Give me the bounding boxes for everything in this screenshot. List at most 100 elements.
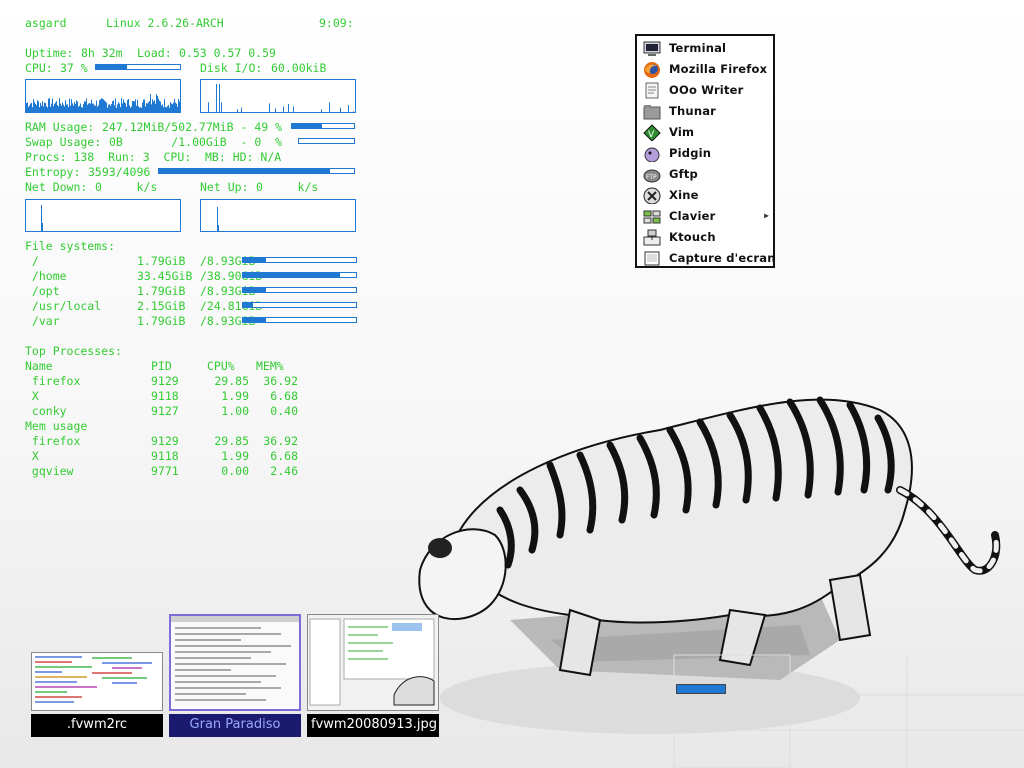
graph-sample xyxy=(88,103,89,112)
graph-sample xyxy=(172,104,173,112)
graph-sample xyxy=(58,106,59,112)
graph-sample xyxy=(286,112,287,113)
graph-sample xyxy=(56,101,57,112)
fs-used: 1.79GiB xyxy=(137,284,186,298)
graph-sample xyxy=(43,106,44,112)
graph-sample xyxy=(55,102,56,112)
col-name: Name xyxy=(25,359,53,373)
swap-bar xyxy=(298,138,355,144)
graph-sample xyxy=(46,106,47,112)
graph-sample xyxy=(121,98,122,112)
graph-sample xyxy=(27,102,28,112)
graph-sample xyxy=(42,101,43,112)
graph-sample xyxy=(348,105,349,112)
menu-item-mozilla-firefox[interactable]: Mozilla Firefox xyxy=(639,59,771,80)
graph-sample xyxy=(122,103,123,112)
entropy-bar xyxy=(158,168,355,174)
graph-sample xyxy=(240,112,241,113)
graph-sample xyxy=(75,103,76,112)
fs-usage-bar xyxy=(242,272,357,278)
graph-sample xyxy=(32,107,33,112)
menu-item-clavier[interactable]: Clavier ▶ xyxy=(639,206,771,227)
process-name: gqview xyxy=(25,464,74,478)
menu-item-xine[interactable]: Xine xyxy=(639,185,771,206)
net-up-graph xyxy=(200,199,356,232)
graph-sample xyxy=(204,112,205,113)
clock: 9:09: xyxy=(319,16,354,30)
graph-sample xyxy=(126,106,127,112)
menu-item-label: Pidgin xyxy=(669,146,712,160)
graph-sample xyxy=(333,112,334,113)
graph-sample xyxy=(134,101,135,112)
menu-item-thunar[interactable]: Thunar xyxy=(639,101,771,122)
menu-item-gftp[interactable]: FTP Gftp xyxy=(639,164,771,185)
graph-sample xyxy=(180,103,181,113)
graph-sample xyxy=(321,109,322,112)
cpu-label: CPU: xyxy=(25,61,53,75)
disk-io-graph xyxy=(200,79,356,113)
graph-sample xyxy=(31,102,32,112)
menu-item-label: Mozilla Firefox xyxy=(669,62,768,76)
graph-sample xyxy=(67,104,68,112)
uptime-label: Uptime: xyxy=(25,46,74,60)
pager-label-screenshot[interactable]: fvwm20080913.jpg - xyxy=(307,714,439,737)
process-mem: 6.68 xyxy=(270,389,298,403)
pager-label-fvwm2rc[interactable]: .fvwm2rc xyxy=(31,714,163,737)
process-pid: 9129 xyxy=(151,374,179,388)
menu-item-capture-d-ecran[interactable]: Capture d'ecran xyxy=(639,248,775,269)
fs-mount: /opt xyxy=(25,284,60,298)
menu-item-ooo-writer[interactable]: OOo Writer xyxy=(639,80,771,101)
graph-sample xyxy=(98,105,99,112)
graph-sample xyxy=(118,102,119,112)
graph-sample xyxy=(33,99,34,112)
ram-bar xyxy=(291,123,355,129)
graph-sample xyxy=(160,101,161,112)
swap-value: 0B /1.00GiB - 0 % xyxy=(109,135,283,149)
graph-sample xyxy=(253,112,254,113)
col-pid: PID xyxy=(151,359,172,373)
terminal-icon xyxy=(643,41,661,56)
graph-sample xyxy=(217,207,218,231)
folder-icon xyxy=(643,105,661,120)
graph-sample xyxy=(355,111,356,113)
graph-sample xyxy=(49,98,50,112)
graph-sample xyxy=(112,101,113,112)
graph-sample xyxy=(142,102,143,112)
graph-sample xyxy=(69,98,70,112)
menu-item-pidgin[interactable]: Pidgin xyxy=(639,143,771,164)
keyboard-icon xyxy=(643,210,661,224)
process-mem: 36.92 xyxy=(263,374,298,388)
graph-sample xyxy=(53,106,54,112)
graph-sample xyxy=(39,107,40,112)
pager-label-gran-paradiso[interactable]: Gran Paradiso xyxy=(169,714,301,737)
graph-sample xyxy=(156,94,157,112)
process-cpu: 1.00 xyxy=(221,404,249,418)
pager-thumb-fvwm2rc[interactable] xyxy=(31,652,163,711)
graph-sample xyxy=(81,107,82,112)
pager-thumb-gran-paradiso[interactable] xyxy=(169,614,301,711)
graph-sample xyxy=(94,105,95,112)
graph-sample xyxy=(38,101,39,112)
graph-sample xyxy=(51,103,52,112)
menu-item-label: Xine xyxy=(669,188,699,202)
writer-icon xyxy=(645,82,659,99)
graph-sample xyxy=(216,84,217,112)
tray-widget[interactable] xyxy=(676,684,726,694)
pager-thumb-screenshot[interactable] xyxy=(307,614,439,711)
graph-sample xyxy=(97,106,98,112)
process-cpu: 29.85 xyxy=(214,434,249,448)
graph-sample xyxy=(100,99,101,112)
graph-sample xyxy=(85,101,86,112)
graph-sample xyxy=(332,112,333,113)
graph-sample xyxy=(179,101,180,112)
menu-item-terminal[interactable]: Terminal xyxy=(639,38,771,59)
process-name: X xyxy=(25,389,39,403)
graph-sample xyxy=(247,112,248,113)
graph-sample xyxy=(72,103,73,112)
graph-sample xyxy=(65,100,66,112)
graph-sample xyxy=(66,104,67,112)
graph-sample xyxy=(92,103,93,112)
menu-item-vim[interactable]: V Vim xyxy=(639,122,771,143)
menu-item-ktouch[interactable]: Ktouch xyxy=(639,227,771,248)
graph-sample xyxy=(266,112,267,113)
